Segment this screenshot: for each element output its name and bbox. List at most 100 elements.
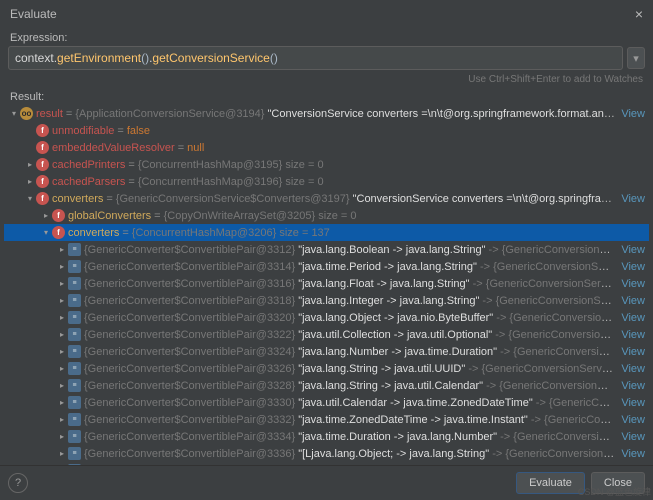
tree-row[interactable]: ▸≡{GenericConverter$ConvertiblePair@3336… [4,445,649,462]
window-title: Evaluate [10,7,57,21]
type-info: {GenericConverter$ConvertiblePair@3330} [84,397,295,409]
help-button[interactable]: ? [8,473,28,493]
string-value: "java.util.Collection -> java.util.Optio… [298,329,492,341]
twistie-icon[interactable]: ▾ [8,109,20,118]
tree-row[interactable]: ▸≡{GenericConverter$ConvertiblePair@3318… [4,292,649,309]
twistie-icon[interactable]: ▸ [56,296,68,305]
type-info: {ConcurrentHashMap@3196} [138,176,282,188]
tree-row[interactable]: ▸fcachedParsers={ConcurrentHashMap@3196}… [4,173,649,190]
type-info: {CopyOnWriteArraySet@3205} [164,210,316,222]
type-info: {GenericConverter$ConvertiblePair@3336} [84,448,295,460]
string-value: "[Ljava.lang.Object; -> java.lang.String… [298,448,489,460]
twistie-icon[interactable]: ▸ [56,432,68,441]
view-link[interactable]: View [615,363,649,375]
tree-row[interactable]: ▸≡{GenericConverter$ConvertiblePair@3332… [4,411,649,428]
view-link[interactable]: View [615,346,649,358]
node-type-icon: ≡ [68,311,81,324]
tree-row[interactable]: ▾fconverters={ConcurrentHashMap@3206} si… [4,224,649,241]
arrow-target: -> {GenericConversionService$ConvertersF… [531,414,615,426]
view-link[interactable]: View [615,414,649,426]
twistie-icon[interactable]: ▾ [24,194,36,203]
tree-row[interactable]: ▸≡{GenericConverter$ConvertiblePair@3328… [4,377,649,394]
type-info: {GenericConverter$ConvertiblePair@3326} [84,363,295,375]
shortcut-hint: Use Ctrl+Shift+Enter to add to Watches [0,74,653,87]
string-value: "ConversionService converters =\n\t@org.… [353,193,616,205]
twistie-icon[interactable]: ▸ [40,211,52,220]
twistie-icon[interactable]: ▸ [56,245,68,254]
tree-row[interactable]: ▸≡{GenericConverter$ConvertiblePair@3312… [4,241,649,258]
expression-row: context.getEnvironment().getConversionSe… [0,46,653,74]
tree-row[interactable]: ▸≡{GenericConverter$ConvertiblePair@3320… [4,309,649,326]
field-name: embeddedValueResolver [52,142,175,154]
view-link[interactable]: View [615,295,649,307]
type-info: {GenericConverter$ConvertiblePair@3322} [84,329,295,341]
tree-row[interactable]: ▸fglobalConverters={CopyOnWriteArraySet@… [4,207,649,224]
tree-row[interactable]: ▸≡{GenericConverter$ConvertiblePair@3334… [4,428,649,445]
view-link[interactable]: View [615,278,649,290]
twistie-icon[interactable]: ▸ [24,177,36,186]
node-type-icon: ≡ [68,277,81,290]
twistie-icon[interactable]: ▸ [56,364,68,373]
tree-row[interactable]: ▸≡{GenericConverter$ConvertiblePair@3322… [4,326,649,343]
view-link[interactable]: View [615,108,649,120]
view-link[interactable]: View [615,397,649,409]
type-info: {GenericConverter$ConvertiblePair@3314} [84,261,295,273]
tree-row[interactable]: ▸≡{GenericConverter$ConvertiblePair@3330… [4,394,649,411]
expression-input[interactable]: context.getEnvironment().getConversionSe… [8,46,623,70]
string-value: "java.lang.String -> java.util.Calendar" [298,380,483,392]
field-name: result [36,108,63,120]
twistie-icon[interactable]: ▸ [56,330,68,339]
tree-row[interactable]: ▸≡{GenericConverter$ConvertiblePair@3326… [4,360,649,377]
node-type-icon: oo [20,107,33,120]
expression-label: Expression: [0,28,653,46]
twistie-icon[interactable]: ▸ [56,415,68,424]
arrow-target: -> {GenericConversionService$ConvertersF… [468,363,615,375]
view-link[interactable]: View [615,312,649,324]
node-type-icon: ≡ [68,396,81,409]
tree-row[interactable]: ▸≡{GenericConverter$ConvertiblePair@3314… [4,258,649,275]
view-link[interactable]: View [615,431,649,443]
node-type-icon: f [36,158,49,171]
tree-row[interactable]: ▾ooresult={ApplicationConversionService@… [4,105,649,122]
string-value: "java.lang.Float -> java.lang.String" [298,278,469,290]
twistie-icon[interactable]: ▸ [56,449,68,458]
view-link[interactable]: View [615,244,649,256]
arrow-target: -> {GenericConversionService$ConvertersF… [495,329,615,341]
size-info: size = 0 [285,176,323,188]
arrow-target: -> {GenericConversionService$ConvertersF… [536,397,616,409]
tree-row[interactable]: ▸≡{GenericConverter$ConvertiblePair@3316… [4,275,649,292]
twistie-icon[interactable]: ▸ [56,313,68,322]
type-info: {ApplicationConversionService@3194} [75,108,264,120]
view-link[interactable]: View [615,448,649,460]
view-link[interactable]: View [615,193,649,205]
node-type-icon: ≡ [68,447,81,460]
twistie-icon[interactable]: ▸ [24,160,36,169]
node-type-icon: ≡ [68,345,81,358]
tree-row[interactable]: ▾fconverters={GenericConversionService$C… [4,190,649,207]
tree-row[interactable]: fembeddedValueResolver=null [4,139,649,156]
twistie-icon[interactable]: ▸ [56,381,68,390]
node-type-icon: f [36,192,49,205]
view-link[interactable]: View [615,329,649,341]
tree-row[interactable]: ▸fcachedPrinters={ConcurrentHashMap@3195… [4,156,649,173]
view-link[interactable]: View [615,261,649,273]
twistie-icon[interactable]: ▸ [56,279,68,288]
close-icon[interactable]: × [635,6,643,22]
history-dropdown-button[interactable]: ▾ [627,47,645,69]
tree-row[interactable]: ▸≡{GenericConverter$ConvertiblePair@3324… [4,343,649,360]
field-name: globalConverters [68,210,151,222]
twistie-icon[interactable]: ▸ [56,347,68,356]
evaluate-button[interactable]: Evaluate [516,472,585,494]
type-info: {GenericConverter$ConvertiblePair@3328} [84,380,295,392]
string-value: "java.util.Calendar -> java.time.ZonedDa… [298,397,533,409]
twistie-icon[interactable]: ▾ [40,228,52,237]
string-value: "java.lang.String -> java.util.UUID" [298,363,465,375]
result-tree[interactable]: ▾ooresult={ApplicationConversionService@… [0,105,653,465]
node-type-icon: ≡ [68,379,81,392]
twistie-icon[interactable]: ▸ [56,398,68,407]
twistie-icon[interactable]: ▸ [56,262,68,271]
view-link[interactable]: View [615,380,649,392]
node-type-icon: ≡ [68,260,81,273]
tree-row[interactable]: funmodifiable=false [4,122,649,139]
type-info: {GenericConverter$ConvertiblePair@3334} [84,431,295,443]
